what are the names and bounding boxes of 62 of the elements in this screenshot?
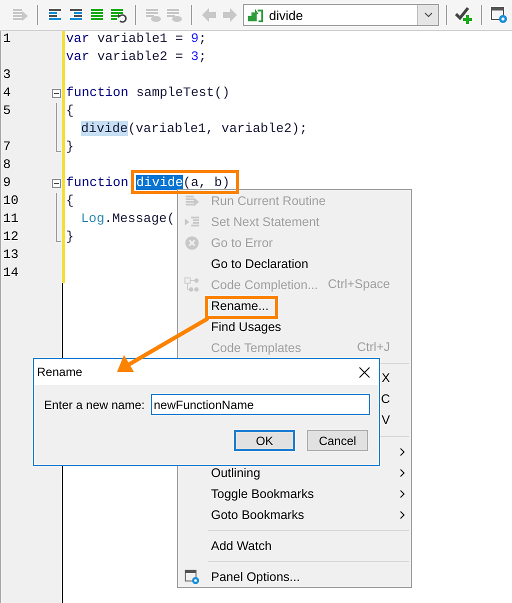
steps-icon [247,7,263,23]
lines-undo-icon [109,6,127,24]
code-line: function divide(a, b) [66,175,230,190]
arrow-lines-icon [184,214,200,230]
code-line: } [66,229,74,244]
menu-item[interactable]: Goto Bookmarks [178,504,411,525]
lines-arrow-icon [11,6,29,24]
line-number: 10 [2,193,20,209]
dialog-button[interactable]: Cancel [307,430,368,451]
line-number: 5 [2,103,12,119]
code-line: { [66,193,74,208]
line-number: 12 [2,229,20,245]
forward-icon [221,6,239,24]
line-number: 4 [2,85,12,101]
menu-item[interactable]: Add Watch [178,535,411,556]
lines-eye-icon [165,6,183,24]
line-number: 3 [2,67,12,83]
menu-item[interactable]: Toggle Bookmarks [178,483,411,504]
dropdown-button[interactable] [417,5,438,25]
shortcut-label: C [380,391,390,408]
check-plus-icon [455,6,473,24]
code-line: { [66,103,74,118]
line-number: 14 [2,265,20,281]
code-line: function sampleTest() [66,85,230,100]
dialog-title: Rename [37,365,82,379]
toolbar-button[interactable] [489,4,509,26]
menu-item[interactable]: Go to Declaration [178,253,411,274]
code-line: var variable1 = 9; [66,31,206,46]
field-label: Enter a new name: [44,398,145,412]
error-icon [184,234,200,250]
line-number: 7 [2,139,12,155]
lines-arrow-icon [184,192,200,208]
line-number: 11 [2,211,20,227]
line-number: 1 [2,31,12,47]
dialog-button[interactable]: OK [234,430,295,451]
back-icon [200,6,218,24]
line-number: 9 [2,175,12,191]
collapse-icon[interactable] [52,179,61,188]
menu-item[interactable]: Panel Options... [178,566,411,587]
routine-dropdown[interactable]: divide [243,4,439,26]
chevron-down-icon [424,12,432,18]
nodes-icon [184,276,200,292]
code-line: } [66,139,74,154]
shortcut-label: Ctrl+Space [328,276,390,293]
collapse-icon[interactable] [52,89,61,98]
shortcut-label: V [382,412,390,429]
close-icon [358,366,370,378]
menu-item[interactable]: Outlining [178,462,411,483]
toolbar-button[interactable] [454,4,474,26]
code-line: Log.Message( [81,211,175,226]
code-line: divide(variable1, variable2); [81,121,308,136]
code-line: var variable2 = 3; [66,49,206,64]
menu-item[interactable]: Find Usages [178,316,411,337]
name-field[interactable]: newFunctionName [150,394,370,415]
window-settings-icon [490,6,508,24]
shortcut-label: X [382,370,390,387]
line-number: 8 [2,157,12,173]
menu-item[interactable]: Rename... [178,295,411,316]
line-number: 13 [2,247,20,263]
lines-eye-icon [144,6,162,24]
window-settings-icon [184,568,200,584]
shortcut-label: Ctrl+J [357,339,390,356]
